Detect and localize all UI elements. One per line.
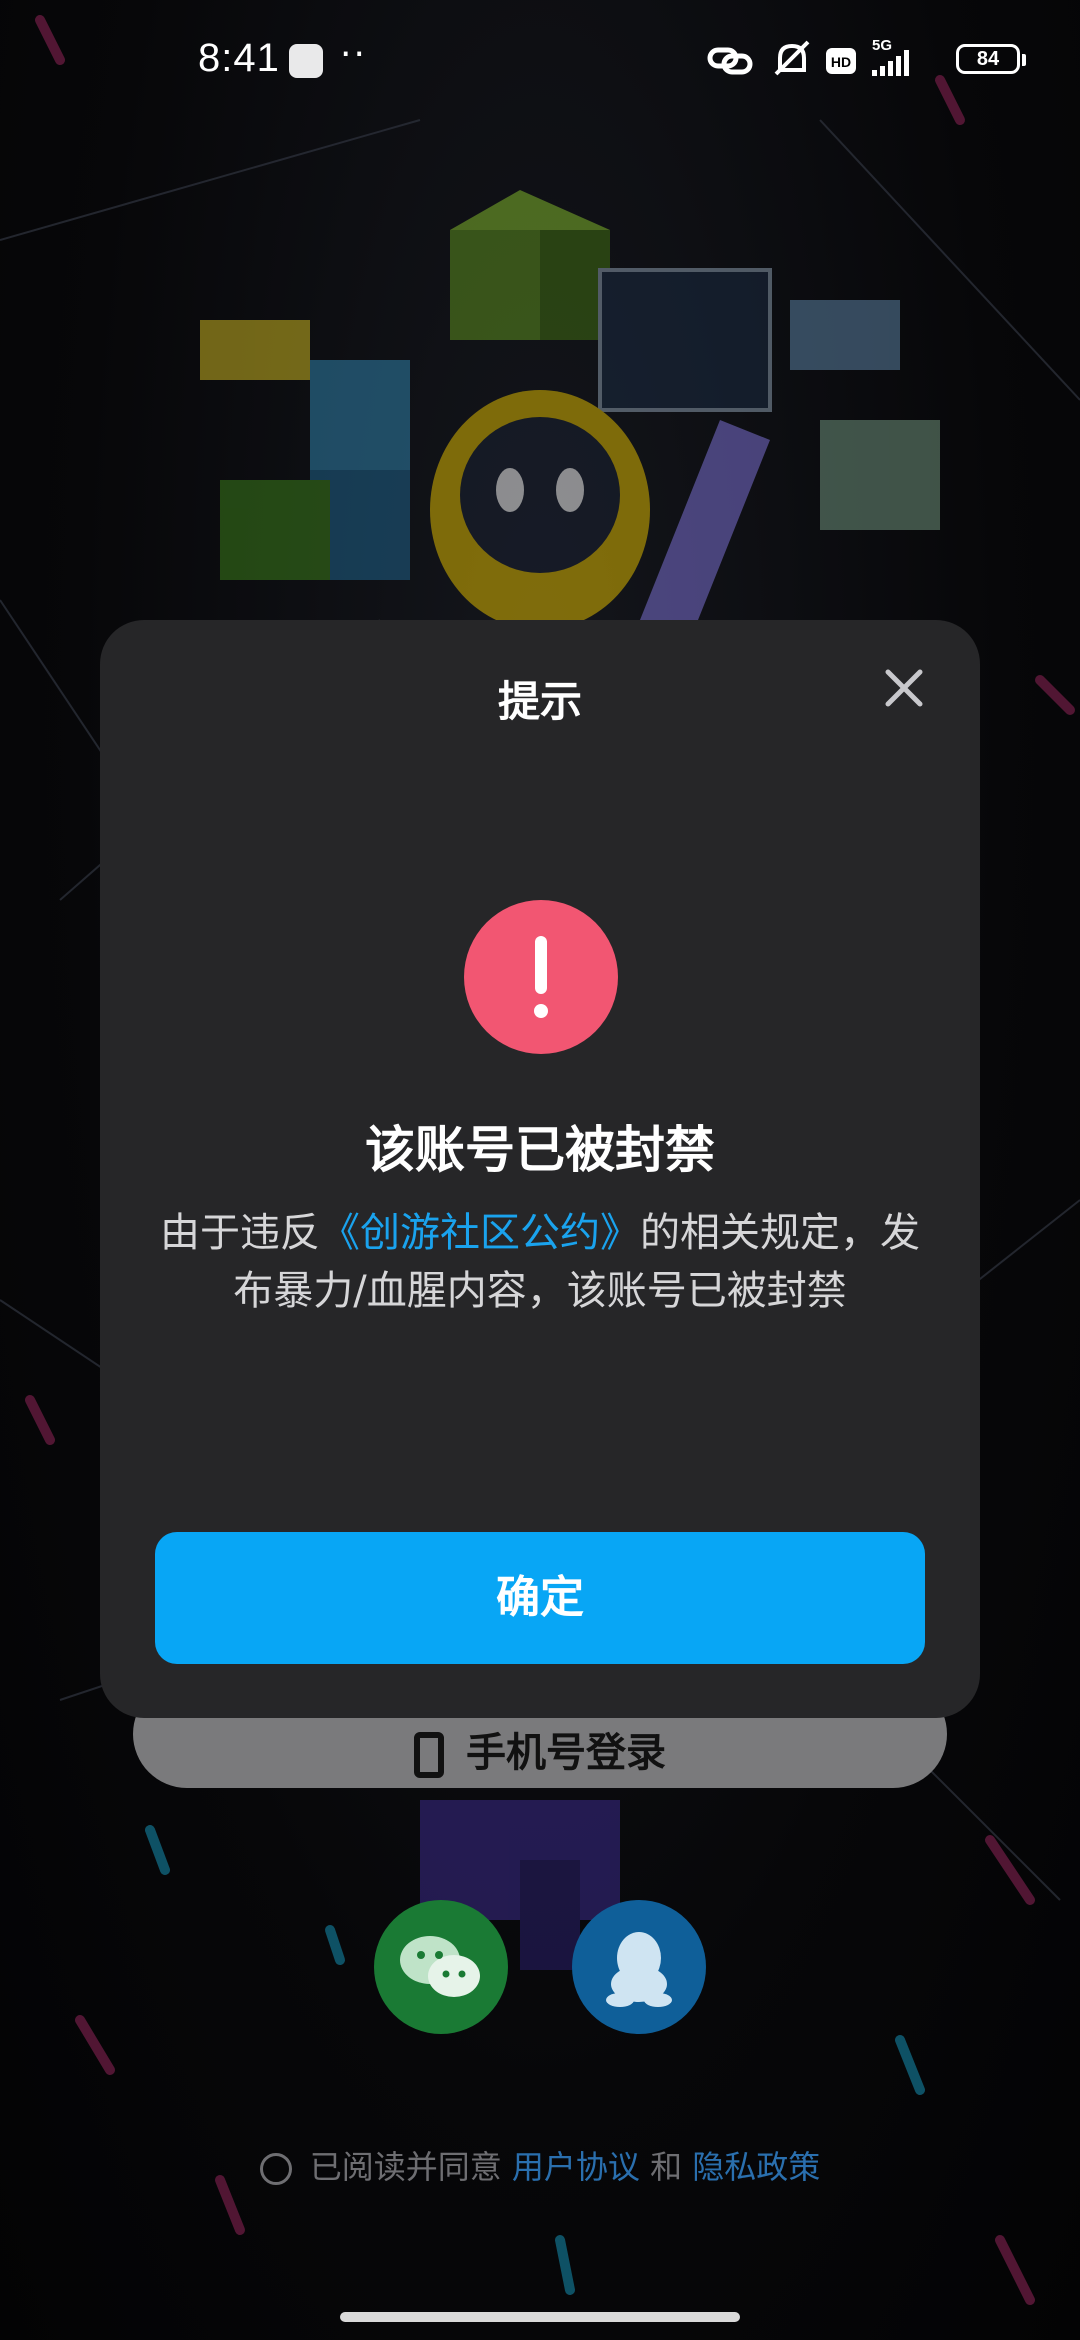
phone-login-label: 手机号登录 [466, 1730, 666, 1776]
status-icons: HD 5G [707, 37, 909, 76]
svg-text:HD: HD [831, 54, 851, 70]
dialog-message: 由于违反《创游社区公约》的相关规定，发布暴力/血腥内容，该账号已被封禁 [150, 1204, 930, 1320]
ban-notice-dialog: 提示 该账号已被封禁 由于违反《创游社区公约》的相关规定，发布暴力/血腥内容，该… [100, 620, 980, 1718]
qq-icon [606, 1932, 672, 2007]
close-icon[interactable] [880, 664, 928, 712]
agreement-prefix: 已阅读并同意 [309, 2148, 502, 2186]
battery-indicator: 84 [956, 44, 1026, 74]
more-notifications-icon: ·· [340, 34, 367, 75]
confirm-button[interactable]: 确定 [155, 1532, 925, 1664]
home-indicator[interactable] [340, 2312, 740, 2322]
dialog-title: 提示 [497, 677, 582, 726]
hd-badge-icon: HD [826, 48, 856, 74]
user-agreement-link[interactable]: 用户协议 [512, 2148, 640, 2186]
dialog-heading: 该账号已被封禁 [365, 1121, 715, 1179]
agreement-and: 和 [650, 2148, 683, 2186]
privacy-policy-link[interactable]: 隐私政策 [692, 2148, 820, 2186]
alert-icon [464, 900, 618, 1054]
signal-icon: 5G [872, 37, 909, 76]
phone-icon [414, 1732, 444, 1778]
notification-app-icon [289, 44, 323, 78]
login-screen: 8:41 ·· HD 5G 84 手机号登录 已阅读并同意 用户协议 和 隐私政… [0, 0, 1080, 2340]
svg-text:5G: 5G [872, 37, 892, 54]
wechat-login-button[interactable] [374, 1900, 508, 2034]
qq-login-button[interactable] [572, 1900, 706, 2034]
status-time: 8:41 [198, 36, 280, 80]
message-prefix: 由于违反 [160, 1210, 320, 1256]
bell-muted-icon [774, 40, 810, 76]
wechat-icon [400, 1936, 480, 1997]
status-bar: 8:41 ·· HD 5G 84 [0, 0, 1080, 120]
agreement-row: 已阅读并同意 用户协议 和 隐私政策 [0, 2142, 1080, 2188]
agree-checkbox[interactable] [259, 2153, 292, 2185]
link-icon [707, 47, 753, 75]
community-rules-link[interactable]: 《创游社区公约》 [320, 1210, 640, 1256]
